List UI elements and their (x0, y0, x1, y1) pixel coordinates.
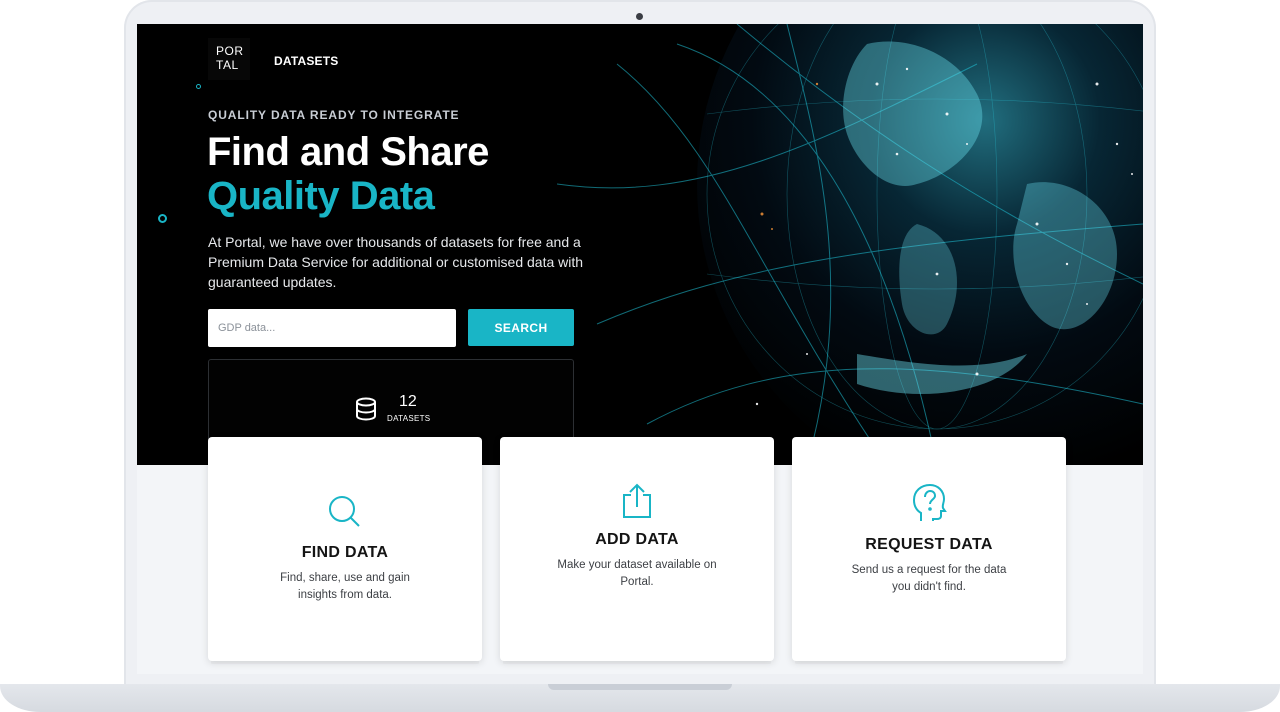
card-title: REQUEST DATA (865, 536, 993, 553)
search-input[interactable] (208, 309, 456, 347)
search-icon (329, 496, 360, 527)
hero-intro: At Portal, we have over thousands of dat… (208, 234, 584, 290)
question-head-icon (912, 483, 947, 521)
datasets-count: 12 (399, 393, 417, 410)
laptop-notch (548, 684, 732, 690)
nav-datasets-link[interactable]: DATASETS (274, 54, 339, 68)
globe-illustration (557, 24, 1143, 465)
headline-line-1: Find and Share (207, 130, 489, 174)
add-data-card[interactable]: ADD DATA Make your dataset available on … (500, 437, 774, 661)
portal-logo[interactable]: POR TAL (208, 38, 250, 80)
hero-headline: Find and Share Quality Data (207, 130, 489, 218)
browser-screen: POR TAL DATASETS QUALITY DATA READY TO I… (137, 24, 1143, 674)
find-data-card[interactable]: FIND DATA Find, share, use and gain insi… (208, 437, 482, 661)
logo-line-2: TAL (216, 58, 239, 72)
card-description: Send us a request for the data you didn'… (851, 564, 1007, 593)
datasets-count-label: DATASETS (387, 414, 431, 423)
headline-line-2: Quality Data (207, 174, 435, 218)
decorative-ring (158, 214, 167, 223)
hero-eyebrow: QUALITY DATA READY TO INTEGRATE (208, 108, 460, 122)
upload-icon (623, 483, 651, 518)
card-description: Find, share, use and gain insights from … (280, 572, 410, 601)
request-data-card[interactable]: REQUEST DATA Send us a request for the d… (792, 437, 1066, 661)
logo-line-1: POR (216, 44, 244, 58)
camera-dot (636, 13, 643, 20)
decorative-dot (196, 84, 201, 89)
card-title: FIND DATA (301, 544, 389, 561)
database-icon (356, 397, 376, 421)
hero-section: POR TAL DATASETS QUALITY DATA READY TO I… (137, 24, 1143, 465)
search-button[interactable]: SEARCH (468, 309, 574, 346)
card-description: Make your dataset available on Portal. (557, 559, 717, 588)
card-title: ADD DATA (595, 531, 679, 548)
